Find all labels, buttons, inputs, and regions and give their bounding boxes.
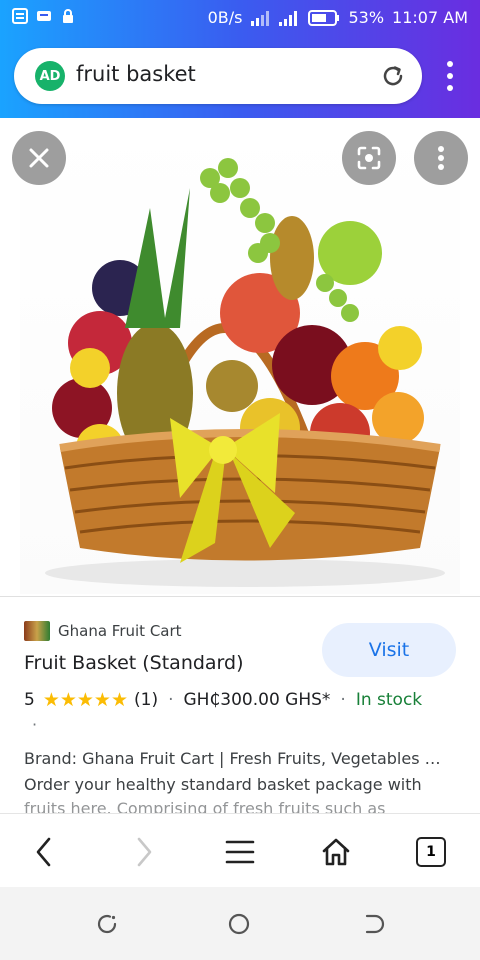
recents-icon [97,914,117,934]
more-vert-icon [438,146,444,170]
clock: 11:07 AM [392,8,468,27]
ad-badge-icon[interactable]: AD [35,61,65,91]
product-info: Ghana Fruit Cart Visit Fruit Basket (Sta… [0,596,480,813]
search-bar[interactable]: AD fruit basket [14,48,422,104]
battery-icon [308,9,340,26]
system-back-button[interactable] [360,911,386,937]
menu-dot-icon [447,73,453,79]
lens-search-button[interactable] [342,131,396,185]
network-speed: 0B/s [207,8,243,27]
home-icon [322,838,350,866]
home-button[interactable] [316,832,356,872]
close-icon [29,148,49,168]
message-icon [37,11,51,21]
menu-dot-icon [447,85,453,91]
wifi-signal-icon [251,10,270,26]
recents-button[interactable] [94,911,120,937]
reload-button[interactable] [378,61,408,91]
more-options-button[interactable] [414,131,468,185]
description-line: Order your healthy standard basket packa… [24,775,422,794]
chevron-right-icon [137,837,152,867]
product-image[interactable] [20,118,460,594]
price: GH₵300.00 GHS* [183,690,331,710]
browser-menu-button[interactable] [436,56,464,96]
circle-home-icon [228,913,250,935]
home-system-button[interactable] [226,911,252,937]
description-line: fruits here. Comprising of fresh fruits … [24,799,386,813]
back-system-icon [365,914,385,934]
seller[interactable]: Ghana Fruit Cart [24,621,182,641]
menu-button[interactable] [220,832,260,872]
rating-price-line: 5 ★★★★★ (1) · GH₵300.00 GHS* · In stock [24,689,422,711]
cell-signal-icon [279,10,298,26]
lock-icon [63,9,73,23]
chevron-left-icon [36,837,51,867]
menu-dot-icon [447,61,453,67]
separator: · [340,690,346,710]
lens-icon [357,146,381,170]
star-rating-icon: ★★★★★ [42,689,128,711]
separator: · [32,715,38,734]
fruit-basket-image [45,158,445,587]
tab-count: 1 [416,837,446,867]
status-bar: 0B/s 53% 11:07 AM [0,0,480,36]
reload-icon [383,66,403,86]
rating-value: 5 [24,690,35,710]
forward-button[interactable] [124,832,164,872]
back-button[interactable] [24,832,64,872]
product-title[interactable]: Fruit Basket (Standard) [24,652,244,674]
close-button[interactable] [12,131,66,185]
system-navigation-bar [0,887,480,960]
visit-button[interactable]: Visit [322,623,456,677]
hamburger-icon [225,840,255,864]
battery-percent: 53% [348,8,385,27]
seller-logo-icon [24,621,50,641]
seller-name: Ghana Fruit Cart [58,622,182,640]
notification-icon [12,8,28,24]
image-result-panel: Ghana Fruit Cart Visit Fruit Basket (Sta… [0,118,480,813]
browser-header: 0B/s 53% 11:07 AM AD fruit basket [0,0,480,118]
tabs-button[interactable]: 1 [411,832,451,872]
browser-bottom-bar: 1 [0,813,480,888]
review-count: (1) [134,690,159,710]
search-query[interactable]: fruit basket [76,62,196,86]
separator: · [168,690,174,710]
stock-status: In stock [355,690,423,710]
description-line: Brand: Ghana Fruit Cart | Fresh Fruits, … [24,749,441,768]
